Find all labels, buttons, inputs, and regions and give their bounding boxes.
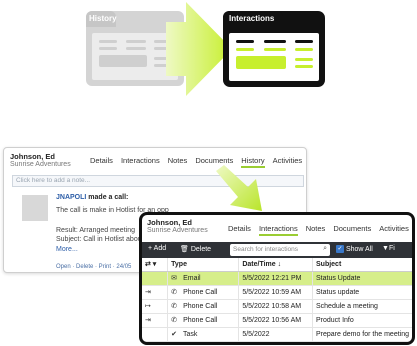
table-header-row: ⇄ ▾ Type Date/Time ↓ Subject [142,258,412,272]
phone-icon: ✆ [171,303,178,310]
filter-button[interactable]: ▼Fi [382,245,395,252]
row-date: 5/5/2022 12:21 PM [238,271,313,286]
row-date: 5/5/2022 10:59 AM [238,285,313,300]
delete-button[interactable]: 🗑 Delete [180,245,211,253]
trash-icon: 🗑 [180,246,189,253]
row-type-label: Task [182,331,198,338]
row-type: ✆ Phone Call [167,285,239,300]
delete-label: Delete [190,246,212,253]
tab-details[interactable]: Details [228,224,251,236]
row-subject: Status Update [312,271,412,286]
search-placeholder: Search for interactions [233,246,299,253]
interactions-toolbar: + Add 🗑 Delete Search for interactions ⌕… [142,242,412,258]
filter-icon: ▼ [382,245,389,252]
table-row[interactable]: ✔ Task 5/5/2022 Prepare demo for the mee… [142,327,412,342]
checkbox-icon: ✓ [336,245,344,253]
add-button[interactable]: + Add [148,245,166,252]
task-check-icon: ✔ [171,331,178,338]
table-row[interactable]: ↦ ✆ Phone Call 5/5/2022 10:58 AM Schedul… [142,299,412,314]
interactions-window-content [229,33,319,81]
tab-interactions[interactable]: Interactions [121,156,160,168]
row-type: ✆ Phone Call [167,299,239,314]
tab-notes[interactable]: Notes [306,224,326,236]
interactions-bar [264,48,286,51]
phone-icon: ✆ [171,289,178,296]
history-bar [126,47,146,50]
table-row[interactable]: ✉ Email 5/5/2022 12:21 PM Status Update [142,271,412,286]
tab-details[interactable]: Details [90,156,113,168]
entry-action: made a call: [88,194,129,201]
incoming-arrow-icon: ⇥ [142,285,168,300]
contact-company[interactable]: Sunrise Adventures [147,227,208,234]
interactions-contact-header: Johnson, Ed Sunrise Adventures [147,218,208,234]
direction-icon [142,327,168,342]
incoming-arrow-icon: ⇥ [142,313,168,328]
row-date: 5/5/2022 [238,327,313,342]
tab-activities[interactable]: Activities [273,156,303,168]
search-input[interactable]: Search for interactions ⌕ [230,244,330,256]
history-tabs: Details Interactions Notes Documents His… [90,156,306,168]
row-subject: Schedule a meeting [312,299,412,314]
history-bar [99,40,117,43]
avatar [22,195,48,221]
row-subject: Status update [312,285,412,300]
row-type-label: Phone Call [183,317,218,324]
history-contact-header: Johnson, Ed Sunrise Adventures [10,152,71,168]
column-datetime[interactable]: Date/Time ↓ [238,258,313,272]
history-tab-illustration: History [86,11,117,27]
column-type[interactable]: Type [167,258,239,272]
table-row[interactable]: ⇥ ✆ Phone Call 5/5/2022 10:59 AM Status … [142,285,412,300]
interactions-bar [295,58,313,61]
column-options-icon[interactable]: ⇄ ▾ [142,258,168,272]
down-arrow-icon [216,165,262,211]
history-block [99,55,147,67]
entry-footer-links[interactable]: Open · Delete · Print · 24/05 [56,264,131,270]
table-row[interactable]: ⇥ ✆ Phone Call 5/5/2022 10:56 AM Product… [142,313,412,328]
row-date: 5/5/2022 10:58 AM [238,299,313,314]
interactions-table: ⇄ ▾ Type Date/Time ↓ Subject ✉ Email 5/5… [142,258,412,342]
column-subject[interactable]: Subject [312,258,412,272]
row-subject: Prepare demo for the meeting [312,327,412,342]
row-type-label: Phone Call [183,303,218,310]
email-icon: ✉ [171,275,178,282]
show-all-label: Show All [345,245,373,253]
tab-activities[interactable]: Activities [379,224,409,236]
show-all-toggle[interactable]: ✓ Show All [336,245,373,253]
illustration-stage: History Interactions Johnson, Ed Sunrise… [0,0,417,346]
row-date: 5/5/2022 10:56 AM [238,313,313,328]
entry-user[interactable]: JNAPOLI [56,194,86,201]
contact-name: Johnson, Ed [147,218,192,227]
interactions-tab-illustration: Interactions [223,11,283,27]
interactions-window-illustration: Interactions [223,11,325,87]
interactions-tabs: Details Interactions Notes Documents Act… [228,224,412,236]
row-type: ✔ Task [167,327,239,342]
contact-company[interactable]: Sunrise Adventures [10,161,71,168]
interactions-panel: Johnson, Ed Sunrise Adventures Details I… [139,212,415,345]
history-bar [126,40,146,43]
contact-name: Johnson, Ed [10,152,55,161]
interactions-bar [264,40,286,43]
history-bar [99,47,117,50]
outgoing-arrow-icon: ↦ [142,299,168,314]
tab-interactions[interactable]: Interactions [258,224,298,236]
direction-icon [142,271,168,286]
interactions-block [236,56,286,69]
interactions-bar [236,40,254,43]
interactions-bar [295,48,313,51]
interactions-bar [295,65,313,68]
search-icon: ⌕ [323,245,327,252]
tab-notes[interactable]: Notes [168,156,188,168]
row-type: ✆ Phone Call [167,313,239,328]
row-subject: Product Info [312,313,412,328]
row-type-label: Phone Call [183,289,218,296]
phone-icon: ✆ [171,317,178,324]
row-type-label: Email [183,275,201,282]
interactions-tab-label: Interactions [229,14,275,23]
tab-documents[interactable]: Documents [333,224,371,236]
row-type: ✉ Email [167,271,239,286]
filter-label: Fi [388,245,395,252]
interactions-bar [236,48,254,51]
interactions-bar [295,40,313,43]
history-tab-label: History [89,14,117,23]
